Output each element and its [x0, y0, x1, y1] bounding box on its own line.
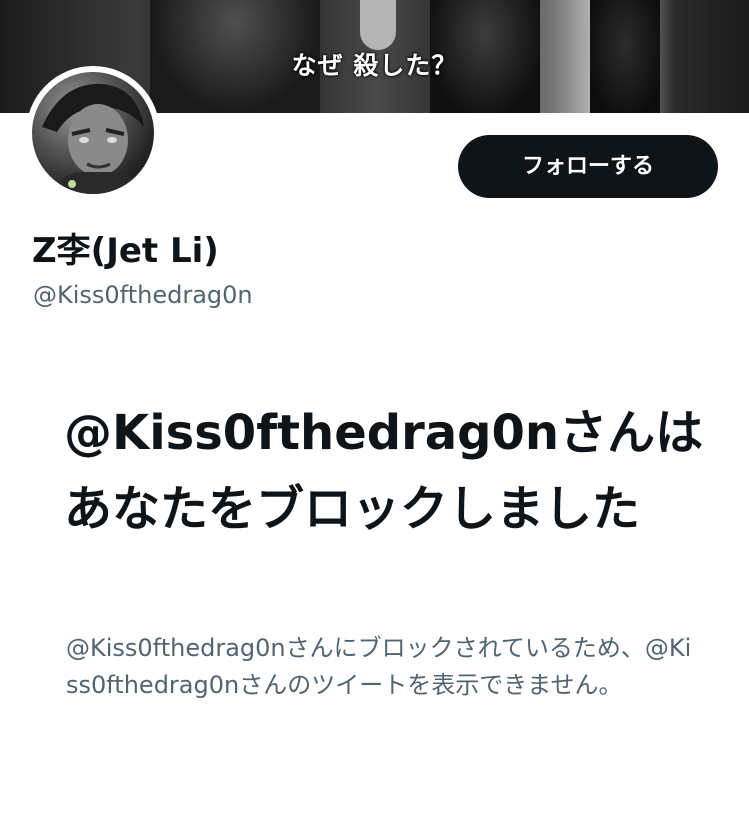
profile-display-name: Z李(Jet Li): [32, 231, 219, 271]
blocked-message-title: @Kiss0fthedrag0nさんはあなたをブロックしました: [64, 405, 704, 537]
avatar-image: [32, 72, 154, 194]
avatar-portrait: [42, 83, 144, 194]
blocked-message-description: @Kiss0fthedrag0nさんにブロックされているため、@Kiss0fth…: [66, 634, 692, 699]
follow-button[interactable]: フォローする: [458, 135, 718, 198]
avatar[interactable]: [26, 66, 160, 200]
profile-handle: @Kiss0fthedrag0n: [33, 281, 253, 309]
banner-phone: [360, 0, 396, 50]
